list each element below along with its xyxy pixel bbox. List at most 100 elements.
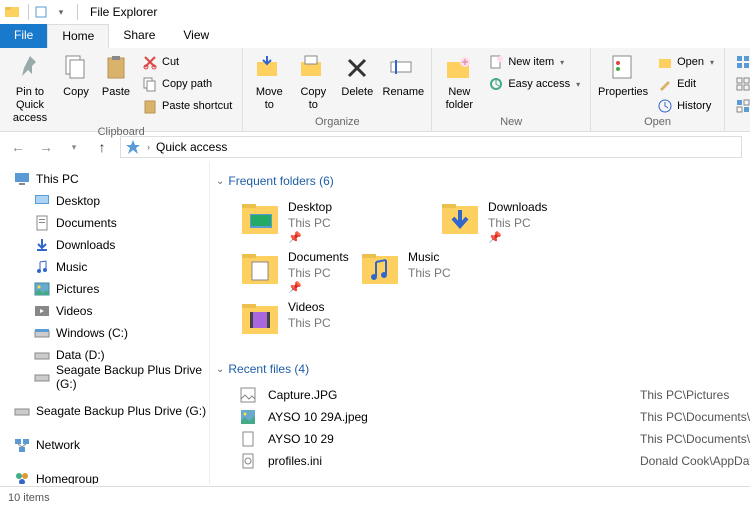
address-field[interactable]: › Quick access <box>120 136 742 158</box>
invert-selection-button[interactable]: Invert selection <box>731 96 750 116</box>
rename-icon <box>387 52 419 84</box>
file-row[interactable]: AYSO 10 29This PC\Documents\ <box>240 428 750 450</box>
folder-tile-downloads[interactable]: DownloadsThis PC📌 <box>440 200 640 250</box>
cut-icon <box>142 54 158 70</box>
copy-button[interactable]: Copy <box>58 50 94 99</box>
videos-icon <box>34 303 50 319</box>
ribbon-group-open: Properties Open▾ Edit History Open <box>591 48 725 131</box>
tree-desktop[interactable]: Desktop <box>0 190 209 212</box>
forward-button[interactable]: → <box>36 137 56 157</box>
navigation-pane[interactable]: This PC Desktop Documents Downloads Musi… <box>0 162 210 484</box>
new-item-button[interactable]: New item▾ <box>484 52 584 72</box>
item-count: 10 items <box>8 492 50 504</box>
music-icon <box>34 259 50 275</box>
tree-music[interactable]: Music <box>0 256 209 278</box>
qat-dropdown-icon[interactable]: ▾ <box>53 4 69 20</box>
folder-tile-documents[interactable]: DocumentsThis PC📌 <box>240 250 360 300</box>
address-location: Quick access <box>156 140 227 154</box>
up-button[interactable]: ↑ <box>92 137 112 157</box>
pin-to-quick-access-button[interactable]: Pin to Quick access <box>6 50 54 126</box>
tree-downloads[interactable]: Downloads <box>0 234 209 256</box>
explorer-body: This PC Desktop Documents Downloads Musi… <box>0 162 750 484</box>
easy-access-button[interactable]: Easy access▾ <box>484 74 584 94</box>
ribbon-group-new: New folder New item▾ Easy access▾ New <box>432 48 591 131</box>
quick-access-icon <box>125 139 141 155</box>
qat-properties-icon[interactable] <box>33 4 49 20</box>
drive-icon <box>34 347 50 363</box>
chevron-down-icon: ⌄ <box>216 364 224 375</box>
rename-button[interactable]: Rename <box>381 50 425 99</box>
copy-path-icon <box>142 76 158 92</box>
tree-documents[interactable]: Documents <box>0 212 209 234</box>
paste-button[interactable]: Paste <box>98 50 134 99</box>
copy-to-button[interactable]: Copy to <box>293 50 333 112</box>
paste-shortcut-button[interactable]: Paste shortcut <box>138 96 236 116</box>
tab-view[interactable]: View <box>169 24 223 48</box>
chevron-right-icon: › <box>147 142 150 152</box>
pin-icon <box>14 52 46 84</box>
new-folder-icon <box>443 52 475 84</box>
tab-file[interactable]: File <box>0 24 47 48</box>
move-to-button[interactable]: Move to <box>249 50 289 112</box>
chevron-down-icon: ⌄ <box>216 176 224 187</box>
properties-icon <box>607 52 639 84</box>
history-button[interactable]: History <box>653 96 718 116</box>
recent-files-list: Capture.JPGThis PC\Pictures AYSO 10 29A.… <box>210 380 750 472</box>
select-all-button[interactable]: Select all <box>731 52 750 72</box>
tree-network[interactable]: Network <box>0 434 209 456</box>
folder-tile-videos[interactable]: VideosThis PC <box>240 300 440 350</box>
tree-drive-c[interactable]: Windows (C:) <box>0 322 209 344</box>
videos-folder-icon <box>240 300 280 340</box>
copy-path-button[interactable]: Copy path <box>138 74 236 94</box>
tree-drive-g[interactable]: Seagate Backup Plus Drive (G:) <box>0 366 209 388</box>
tree-seagate-external[interactable]: Seagate Backup Plus Drive (G:) <box>0 400 209 422</box>
select-none-icon <box>735 76 750 92</box>
new-item-icon <box>488 54 504 70</box>
recent-files-header[interactable]: ⌄ Recent files (4) <box>210 358 750 380</box>
network-icon <box>14 437 30 453</box>
cut-button[interactable]: Cut <box>138 52 236 72</box>
easy-access-icon <box>488 76 504 92</box>
file-row[interactable]: profiles.iniDonald Cook\AppDat <box>240 450 750 472</box>
window-title: File Explorer <box>90 5 157 19</box>
ribbon-group-organize: Move to Copy to Delete Rename Organize <box>243 48 432 131</box>
frequent-folders-header[interactable]: ⌄ Frequent folders (6) <box>210 170 750 192</box>
invert-selection-icon <box>735 98 750 114</box>
frequent-folders-grid: DesktopThis PC📌 DownloadsThis PC📌 Docume… <box>210 192 750 358</box>
recent-locations-button[interactable]: ▾ <box>64 137 84 157</box>
drive-icon <box>34 325 50 341</box>
tree-videos[interactable]: Videos <box>0 300 209 322</box>
ribbon-group-clipboard: Pin to Quick access Copy Paste Cut Copy … <box>0 48 243 131</box>
jpeg-file-icon <box>240 409 256 425</box>
image-file-icon <box>240 387 256 403</box>
downloads-icon <box>34 237 50 253</box>
new-folder-button[interactable]: New folder <box>438 50 480 112</box>
folder-tile-desktop[interactable]: DesktopThis PC📌 <box>240 200 440 250</box>
ribbon: Pin to Quick access Copy Paste Cut Copy … <box>0 48 750 132</box>
content-pane: ⌄ Frequent folders (6) DesktopThis PC📌 D… <box>210 162 750 484</box>
drive-icon <box>34 369 50 385</box>
tree-this-pc[interactable]: This PC <box>0 168 209 190</box>
folder-tile-music[interactable]: MusicThis PC <box>360 250 560 300</box>
ribbon-group-select: Select all Select none Invert selection … <box>725 48 750 131</box>
open-icon <box>657 54 673 70</box>
ini-file-icon <box>240 453 256 469</box>
pin-icon: 📌 <box>488 231 547 245</box>
tree-pictures[interactable]: Pictures <box>0 278 209 300</box>
tab-home[interactable]: Home <box>47 24 109 48</box>
delete-icon <box>341 52 373 84</box>
properties-button[interactable]: Properties <box>597 50 649 99</box>
select-none-button[interactable]: Select none <box>731 74 750 94</box>
file-row[interactable]: Capture.JPGThis PC\Pictures <box>240 384 750 406</box>
tab-share[interactable]: Share <box>109 24 169 48</box>
tree-homegroup[interactable]: Homegroup <box>0 468 209 484</box>
open-button[interactable]: Open▾ <box>653 52 718 72</box>
file-row[interactable]: AYSO 10 29A.jpegThis PC\Documents\ <box>240 406 750 428</box>
desktop-folder-icon <box>240 200 280 240</box>
pc-icon <box>14 171 30 187</box>
delete-button[interactable]: Delete <box>337 50 377 99</box>
back-button[interactable]: ← <box>8 137 28 157</box>
edit-button[interactable]: Edit <box>653 74 718 94</box>
pictures-icon <box>34 281 50 297</box>
explorer-icon <box>4 4 20 20</box>
